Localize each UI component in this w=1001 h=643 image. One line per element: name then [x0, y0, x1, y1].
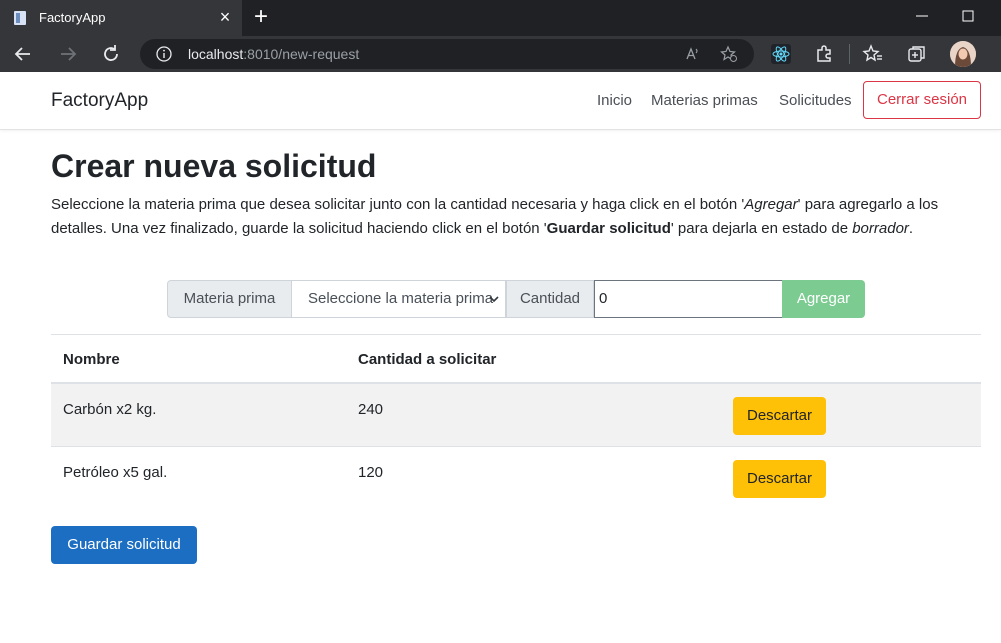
- nav-link-materias-primas[interactable]: Materias primas: [651, 92, 758, 109]
- cell-cantidad: 240: [358, 401, 384, 418]
- url-text[interactable]: localhost:8010/new-request: [188, 46, 359, 62]
- logout-button[interactable]: Cerrar sesión: [863, 81, 981, 119]
- discard-button[interactable]: Descartar: [733, 397, 826, 435]
- profile-avatar[interactable]: [950, 41, 976, 67]
- browser-toolbar: localhost:8010/new-request: [0, 36, 1001, 72]
- url-path: :8010/new-request: [243, 46, 360, 62]
- favorites-icon[interactable]: [862, 43, 884, 65]
- cantidad-label: Cantidad: [506, 280, 594, 318]
- table-row: Petróleo x5 gal. 120 Descartar: [51, 447, 981, 510]
- brand-logo[interactable]: FactoryApp: [51, 90, 148, 112]
- intro-borrador-em: borrador: [852, 220, 909, 237]
- materia-prima-select[interactable]: Seleccione la materia prima: [291, 280, 506, 318]
- read-aloud-icon[interactable]: [684, 45, 702, 63]
- materia-prima-selected-value: Seleccione la materia prima: [308, 290, 494, 307]
- intro-text: .: [908, 220, 914, 237]
- forward-arrow-icon[interactable]: [57, 43, 79, 65]
- intro-guardar-strong: Guardar solicitud: [546, 220, 671, 237]
- save-request-button[interactable]: Guardar solicitud: [51, 526, 197, 564]
- add-favorite-icon[interactable]: [720, 45, 738, 63]
- back-arrow-icon[interactable]: [12, 43, 34, 65]
- plus-icon[interactable]: +: [250, 5, 272, 29]
- add-button[interactable]: Agregar: [782, 280, 865, 318]
- collections-icon[interactable]: [906, 43, 928, 65]
- cantidad-input[interactable]: 0: [594, 280, 783, 318]
- browser-tab-bar: FactoryApp × +: [0, 0, 1001, 36]
- minimize-icon[interactable]: [914, 8, 930, 24]
- column-header-nombre: Nombre: [63, 351, 120, 368]
- maximize-icon[interactable]: [960, 8, 976, 24]
- toolbar-divider: [849, 44, 850, 64]
- intro-text: Seleccione la materia prima que desea so…: [51, 196, 745, 213]
- close-icon[interactable]: ×: [216, 8, 234, 26]
- table-row: Carbón x2 kg. 240 Descartar: [51, 384, 981, 447]
- nav-link-solicitudes[interactable]: Solicitudes: [779, 92, 852, 109]
- cell-nombre: Carbón x2 kg.: [63, 401, 157, 418]
- discard-button[interactable]: Descartar: [733, 460, 826, 498]
- avatar-image: [950, 41, 976, 67]
- address-bar[interactable]: localhost:8010/new-request: [140, 39, 754, 69]
- cell-cantidad: 120: [358, 464, 384, 481]
- chevron-down-icon: [489, 296, 499, 303]
- tab-title: FactoryApp: [39, 10, 106, 25]
- cell-nombre: Petróleo x5 gal.: [63, 464, 168, 481]
- nav-link-inicio[interactable]: Inicio: [597, 92, 632, 109]
- url-host: localhost: [188, 46, 244, 62]
- column-header-cantidad: Cantidad a solicitar: [358, 351, 497, 368]
- materia-prima-label: Materia prima: [167, 280, 292, 318]
- document-icon: [14, 11, 26, 25]
- react-devtools-icon[interactable]: [770, 43, 792, 65]
- page-title: Crear nueva solicitud: [51, 148, 377, 184]
- refresh-icon[interactable]: [100, 43, 122, 65]
- extensions-icon[interactable]: [813, 43, 835, 65]
- info-icon[interactable]: [156, 46, 172, 62]
- intro-agregar-em: Agregar: [744, 196, 798, 213]
- browser-tab[interactable]: FactoryApp ×: [0, 0, 242, 36]
- app-navbar: FactoryApp Inicio Materias primas Solici…: [0, 72, 1001, 130]
- intro-text: ' para dejarla en estado de: [670, 220, 853, 237]
- table-header: Nombre Cantidad a solicitar: [51, 334, 981, 384]
- intro-paragraph: Seleccione la materia prima que desea so…: [51, 193, 981, 241]
